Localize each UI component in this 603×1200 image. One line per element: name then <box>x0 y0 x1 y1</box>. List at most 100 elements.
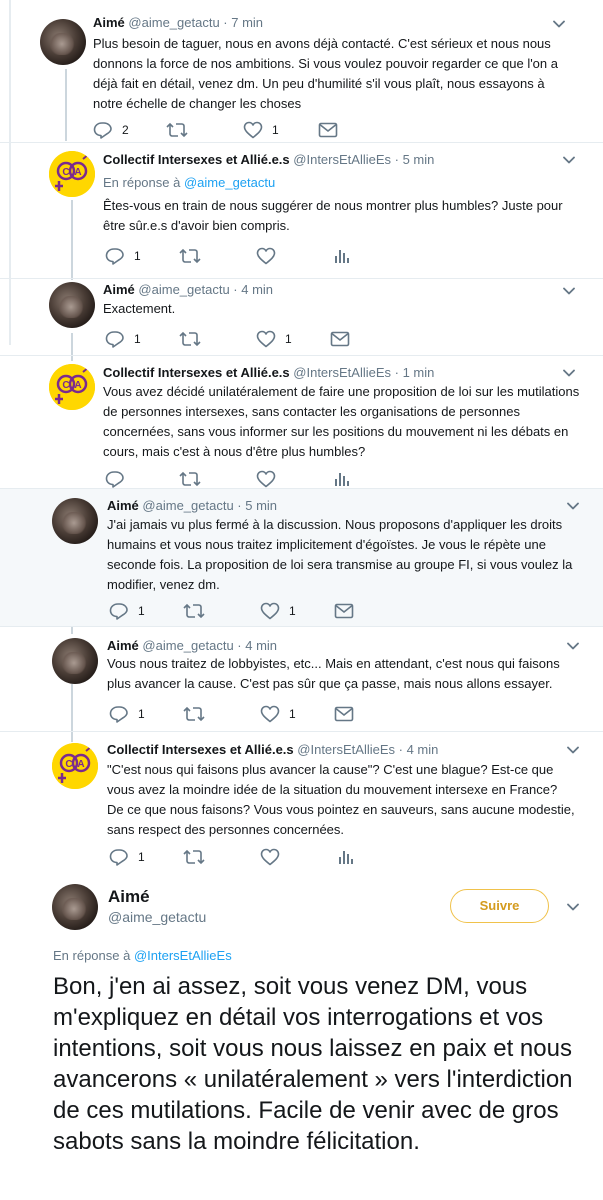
timestamp[interactable]: · 4 min <box>237 638 277 653</box>
like-button[interactable]: 1 <box>260 705 296 723</box>
tweet[interactable]: Collectif Intersexes et Allié.e.s @Inter… <box>0 143 603 278</box>
avatar[interactable] <box>49 151 95 197</box>
author-handle[interactable]: @IntersEtAllieEs <box>293 152 391 167</box>
mail-icon <box>334 706 354 722</box>
reply-handle-link[interactable]: @aime_getactu <box>184 175 275 190</box>
chevron-down-icon[interactable] <box>553 20 565 28</box>
author-handle[interactable]: @IntersEtAllieEs <box>297 742 395 757</box>
author-name[interactable]: Collectif Intersexes et Allié.e.s <box>107 742 294 757</box>
chevron-down-icon[interactable] <box>563 156 575 164</box>
chevron-down-icon[interactable] <box>563 369 575 377</box>
author-name[interactable]: Aimé <box>108 887 150 907</box>
heart-icon <box>260 848 280 866</box>
tweet-actions: 2 1 <box>93 121 353 139</box>
retweet-button[interactable] <box>179 330 201 348</box>
tweet-header: Aimé @aime_getactu · 4 min <box>103 282 273 298</box>
avatar[interactable] <box>52 743 98 789</box>
author-handle[interactable]: @aime_getactu <box>142 638 233 653</box>
mail-icon <box>334 603 354 619</box>
follow-button[interactable]: Suivre <box>450 889 549 923</box>
like-button[interactable]: 1 <box>243 121 279 139</box>
tweet[interactable]: Aimé @aime_getactu · 7 min Plus besoin d… <box>0 0 603 142</box>
dm-button[interactable] <box>318 121 338 139</box>
reply-icon <box>93 121 113 139</box>
author-name[interactable]: Aimé <box>107 498 139 513</box>
like-count: 1 <box>285 332 292 346</box>
retweet-button[interactable] <box>179 470 201 488</box>
author-name[interactable]: Collectif Intersexes et Allié.e.s <box>103 152 290 167</box>
avatar[interactable] <box>52 498 98 544</box>
like-button[interactable] <box>256 470 276 488</box>
reply-button[interactable]: 1 <box>109 602 145 620</box>
like-button[interactable]: 1 <box>260 602 296 620</box>
tweet-actions: 1 1 <box>109 705 369 723</box>
avatar[interactable] <box>52 884 98 930</box>
tweet-actions <box>105 470 365 488</box>
chevron-down-icon[interactable] <box>567 642 579 650</box>
analytics-button[interactable] <box>334 247 350 265</box>
timestamp[interactable]: · 5 min <box>237 498 277 513</box>
author-name[interactable]: Collectif Intersexes et Allié.e.s <box>103 365 290 380</box>
reply-icon <box>105 470 125 488</box>
tweet[interactable]: Collectif Intersexes et Allié.e.s @Inter… <box>0 732 603 870</box>
tweet-actions: 1 <box>105 247 365 265</box>
timestamp[interactable]: · 5 min <box>395 152 435 167</box>
reply-label: En réponse à <box>103 175 181 190</box>
reply-handle-link[interactable]: @IntersEtAllieEs <box>134 948 232 963</box>
tweet-text: Plus besoin de taguer, nous en avons déj… <box>93 36 558 111</box>
tweet[interactable]: Aimé @aime_getactu · 4 min Vous nous tra… <box>0 627 603 731</box>
reply-button[interactable]: 1 <box>105 330 141 348</box>
like-button[interactable] <box>260 848 280 866</box>
avatar[interactable] <box>49 364 95 410</box>
author-name[interactable]: Aimé <box>103 282 135 297</box>
tweet-header: Collectif Intersexes et Allié.e.s @Inter… <box>103 365 434 381</box>
timestamp[interactable]: · 4 min <box>233 282 273 297</box>
author-handle[interactable]: @IntersEtAllieEs <box>293 365 391 380</box>
chevron-down-icon[interactable] <box>563 287 575 295</box>
reply-button[interactable]: 1 <box>109 848 145 866</box>
analytics-button[interactable] <box>334 470 350 488</box>
retweet-button[interactable] <box>166 121 188 139</box>
dm-button[interactable] <box>334 705 354 723</box>
timestamp[interactable]: · 7 min <box>223 15 263 30</box>
chevron-down-icon[interactable] <box>567 502 579 510</box>
mail-icon <box>318 122 338 138</box>
author-handle[interactable]: @aime_getactu <box>128 15 219 30</box>
reply-count: 1 <box>134 332 141 346</box>
tweet[interactable]: Aimé @aime_getactu · 4 min Exactement. 1… <box>0 279 603 355</box>
author-handle[interactable]: @aime_getactu <box>138 282 229 297</box>
stats-icon <box>334 471 350 487</box>
dm-button[interactable] <box>334 602 354 620</box>
analytics-button[interactable] <box>338 848 354 866</box>
avatar[interactable] <box>40 19 86 65</box>
heart-icon <box>260 602 280 620</box>
reply-button[interactable]: 1 <box>109 705 145 723</box>
author-name[interactable]: Aimé <box>93 15 125 30</box>
reply-context: En réponse à @IntersEtAllieEs <box>53 948 232 963</box>
chevron-down-icon[interactable] <box>567 746 579 754</box>
avatar[interactable] <box>49 282 95 328</box>
retweet-button[interactable] <box>183 705 205 723</box>
author-name[interactable]: Aimé <box>107 638 139 653</box>
retweet-button[interactable] <box>183 602 205 620</box>
retweet-button[interactable] <box>179 247 201 265</box>
timestamp[interactable]: · 4 min <box>399 742 439 757</box>
reply-button[interactable] <box>105 470 125 488</box>
like-count: 1 <box>289 707 296 721</box>
avatar[interactable] <box>52 638 98 684</box>
retweet-button[interactable] <box>183 848 205 866</box>
stats-icon <box>334 248 350 264</box>
like-button[interactable]: 1 <box>256 330 292 348</box>
chevron-down-icon[interactable] <box>567 903 579 911</box>
dm-button[interactable] <box>330 330 350 348</box>
reply-button[interactable]: 2 <box>93 121 129 139</box>
reply-button[interactable]: 1 <box>105 247 141 265</box>
tweet-text: J'ai jamais vu plus fermé à la discussio… <box>107 517 573 592</box>
reply-icon <box>105 330 125 348</box>
tweet[interactable]: Aimé @aime_getactu · 5 min J'ai jamais v… <box>0 489 603 626</box>
like-button[interactable] <box>256 247 276 265</box>
author-handle[interactable]: @aime_getactu <box>108 909 206 925</box>
tweet[interactable]: Collectif Intersexes et Allié.e.s @Inter… <box>0 356 603 488</box>
timestamp[interactable]: · 1 min <box>395 365 435 380</box>
author-handle[interactable]: @aime_getactu <box>142 498 233 513</box>
